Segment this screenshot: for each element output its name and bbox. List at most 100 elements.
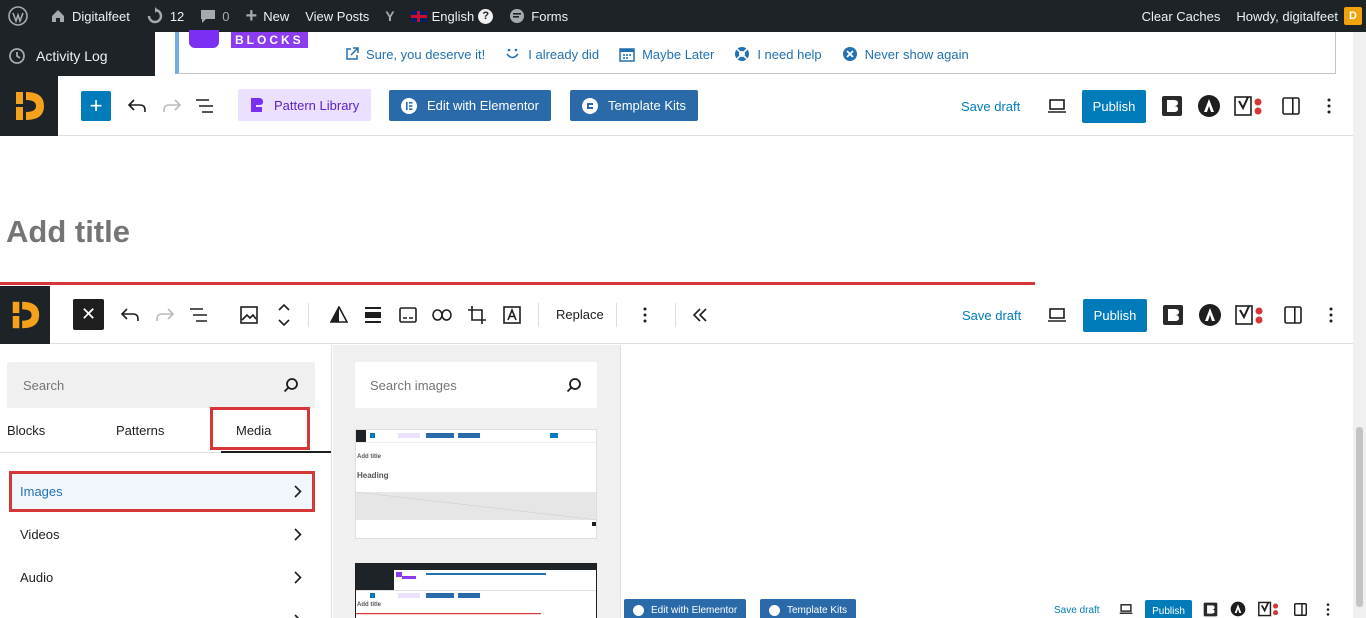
options-menu-button[interactable]	[1319, 303, 1343, 327]
forms-menu[interactable]: Forms	[501, 0, 576, 32]
media-thumbnail[interactable]: Add title	[355, 563, 597, 618]
site-logo-button[interactable]	[0, 76, 58, 136]
inserter-search[interactable]	[7, 362, 315, 408]
link-button[interactable]	[430, 303, 454, 327]
notice-link-never-show[interactable]: Never show again	[842, 46, 969, 62]
undo-button[interactable]	[118, 303, 142, 327]
media-search-input[interactable]	[370, 377, 566, 393]
clear-caches-button[interactable]: Clear Caches	[1134, 0, 1229, 32]
new-content-menu[interactable]: + New	[238, 0, 298, 32]
yoast-menu[interactable]: Y	[377, 0, 402, 32]
comments-menu[interactable]: 0	[192, 0, 237, 32]
astra-button[interactable]	[1196, 93, 1222, 119]
block-options-button[interactable]	[633, 303, 657, 327]
external-link-icon	[346, 47, 359, 60]
preview-button[interactable]	[1045, 303, 1069, 327]
block-inserter-toggle[interactable]: +	[81, 91, 111, 121]
admin-menu-item-activity-log[interactable]: Activity Log	[8, 47, 108, 65]
more-vertical-icon	[1327, 98, 1331, 114]
comments-count: 0	[222, 8, 230, 24]
help-icon: ?	[478, 8, 494, 24]
redo-button[interactable]	[153, 303, 177, 327]
scrollbar-thumb[interactable]	[1356, 427, 1363, 607]
collapse-toolbar-button[interactable]	[688, 303, 712, 327]
notice-link-need-help[interactable]: I need help	[734, 46, 822, 62]
account-menu[interactable]: Howdy, digitalfeet D	[1228, 0, 1366, 32]
template-kits-icon	[582, 97, 598, 114]
tab-patterns[interactable]: Patterns	[116, 407, 164, 453]
media-thumbnail[interactable]: Add title Heading	[355, 429, 597, 539]
yoast-seo-button[interactable]	[1258, 601, 1280, 617]
language-menu[interactable]: English ?	[403, 0, 502, 32]
list-view-icon	[190, 308, 207, 322]
media-category-videos[interactable]: Videos	[10, 515, 312, 553]
preview-button[interactable]	[1118, 602, 1134, 616]
notice-link-maybe-later[interactable]: Maybe Later	[619, 46, 714, 62]
publish-button[interactable]: Publish	[1145, 600, 1192, 618]
document-overview-button[interactable]	[187, 303, 211, 327]
media-search[interactable]	[355, 362, 597, 408]
crop-button[interactable]	[465, 303, 489, 327]
settings-sidebar-button[interactable]	[1292, 601, 1308, 617]
undo-button[interactable]	[125, 94, 149, 118]
block-type-image-button[interactable]	[237, 303, 261, 327]
yoast-seo-button[interactable]	[1234, 93, 1264, 119]
new-label: New	[263, 8, 290, 24]
options-menu-button[interactable]	[1317, 94, 1341, 118]
preview-button[interactable]	[1045, 94, 1069, 118]
notice-link-deserve[interactable]: Sure, you deserve it!	[345, 46, 485, 62]
close-circle-icon	[842, 47, 857, 61]
inserter-search-input[interactable]	[23, 377, 283, 393]
blocks-plugin-button[interactable]	[1160, 94, 1184, 118]
text-over-image-icon	[503, 306, 521, 324]
updates-menu[interactable]: 12	[138, 0, 192, 32]
text-over-image-button[interactable]	[500, 303, 524, 327]
sidebar-icon	[1284, 306, 1302, 324]
notice-link-already-did[interactable]: I already did	[505, 46, 599, 62]
align-button[interactable]	[361, 303, 385, 327]
edit-with-elementor-button[interactable]: Edit with Elementor	[389, 90, 551, 121]
site-logo-button[interactable]	[0, 286, 50, 344]
post-title-placeholder[interactable]: Add title	[6, 214, 130, 250]
publish-button[interactable]: Publish	[1083, 299, 1147, 332]
astra-icon	[1230, 601, 1246, 617]
howdy-label: Howdy, digitalfeet	[1236, 8, 1338, 24]
template-kits-button[interactable]: Template Kits	[570, 90, 699, 121]
settings-sidebar-button[interactable]	[1279, 94, 1303, 118]
save-draft-button[interactable]: Save draft	[961, 99, 1020, 114]
digitalfeet-logo-icon	[16, 92, 44, 120]
media-category-more[interactable]	[10, 601, 312, 618]
redo-button[interactable]	[160, 94, 184, 118]
review-notice: BLOCKS Sure, you deserve it! I already d…	[175, 30, 1336, 74]
save-draft-button[interactable]: Save draft	[1054, 605, 1100, 616]
link-icon	[432, 309, 452, 321]
updates-count: 12	[169, 8, 185, 24]
site-name-menu[interactable]: Digitalfeet	[42, 0, 138, 32]
duotone-button[interactable]	[327, 303, 351, 327]
blocks-plugin-button[interactable]	[1202, 601, 1218, 617]
media-category-audio[interactable]: Audio	[10, 558, 312, 596]
view-posts-link[interactable]: View Posts	[297, 0, 377, 32]
pattern-library-button[interactable]: Pattern Library	[238, 89, 372, 121]
yoast-seo-button[interactable]	[1235, 302, 1265, 328]
desktop-preview-icon	[1048, 308, 1066, 322]
astra-button[interactable]	[1230, 601, 1246, 617]
template-kits-button[interactable]: Template Kits	[760, 599, 857, 618]
replace-button[interactable]: Replace	[556, 307, 604, 322]
publish-button[interactable]: Publish	[1082, 90, 1146, 123]
document-overview-button[interactable]	[193, 94, 217, 118]
page-scrollbar[interactable]	[1353, 32, 1366, 618]
wp-logo-menu[interactable]	[0, 0, 42, 32]
caption-button[interactable]	[396, 303, 420, 327]
edit-with-elementor-button[interactable]: Edit with Elementor	[624, 599, 747, 618]
close-inserter-button[interactable]: ✕	[73, 299, 104, 330]
save-draft-button[interactable]: Save draft	[962, 308, 1021, 323]
thumb-add-title: Add title	[357, 602, 381, 608]
blocks-plugin-button[interactable]	[1161, 303, 1185, 327]
options-menu-button[interactable]	[1322, 601, 1334, 617]
move-up-down-button[interactable]	[272, 300, 296, 330]
media-images-panel: Add title Heading Add title	[333, 345, 621, 618]
tab-blocks[interactable]: Blocks	[7, 407, 45, 453]
settings-sidebar-button[interactable]	[1281, 303, 1305, 327]
astra-button[interactable]	[1197, 302, 1223, 328]
